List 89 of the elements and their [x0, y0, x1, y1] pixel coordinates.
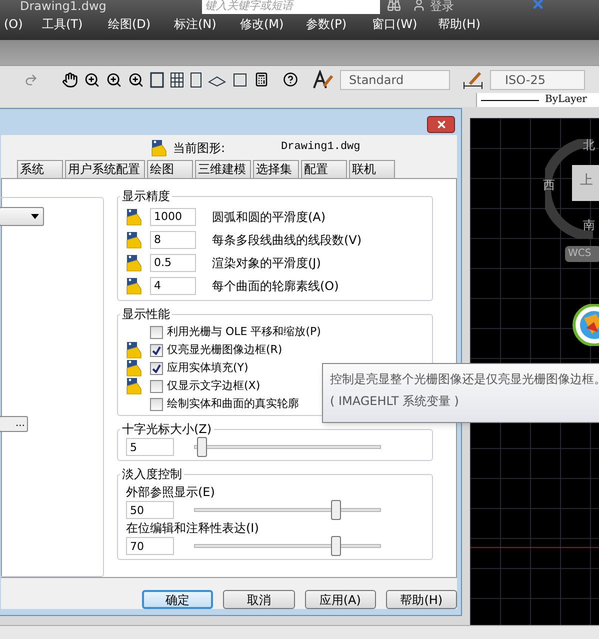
- tab[interactable]: 系统: [17, 160, 63, 178]
- help-icon[interactable]: [283, 72, 298, 87]
- field-label: 圆弧和圆的平滑度(A): [212, 208, 326, 226]
- text-style-dropdown[interactable]: Standard: [340, 70, 450, 90]
- zoom-icon[interactable]: [84, 72, 100, 88]
- tooltip-text: 控制是亮显整个光栅图像还是仅亮显光栅图像边框。: [330, 372, 599, 386]
- menu-item[interactable]: (O): [4, 15, 42, 33]
- tab[interactable]: 绘图: [147, 160, 193, 178]
- group-title: 显示性能: [121, 306, 171, 323]
- panel-icon[interactable]: [190, 72, 202, 88]
- tab[interactable]: 配置: [301, 160, 347, 178]
- number-field[interactable]: 70: [126, 537, 174, 555]
- zoom-icon[interactable]: [128, 72, 144, 88]
- dimension-style-icon[interactable]: [462, 70, 484, 90]
- drawing-file-icon: [126, 359, 142, 377]
- menu-item[interactable]: 工具(T): [42, 15, 108, 33]
- menu-item[interactable]: 绘图(D): [108, 15, 174, 33]
- grid-icon[interactable]: [170, 72, 184, 88]
- dialog-button[interactable]: 确定: [142, 590, 214, 609]
- hand-icon[interactable]: [62, 72, 78, 88]
- number-field[interactable]: 8: [150, 230, 196, 248]
- tab[interactable]: 选择集: [253, 160, 299, 178]
- number-field[interactable]: 4: [150, 276, 196, 294]
- field-label: 每个曲面的轮廓素线(O): [212, 278, 339, 294]
- field-label: 每条多段线曲线的线段数(V): [212, 232, 362, 248]
- drawing-file-icon: [126, 276, 142, 294]
- table-icon[interactable]: [232, 72, 248, 88]
- current-drawing-name: Drawing1.dwg: [281, 140, 360, 156]
- number-field[interactable]: 50: [126, 501, 174, 519]
- drawing-file-icon: [126, 377, 142, 395]
- field-label: 渲染对象的平滑度(J): [212, 254, 321, 272]
- slider-thumb[interactable]: [330, 536, 341, 556]
- menu-item[interactable]: 窗口(W): [372, 15, 438, 33]
- dialog-button[interactable]: 应用(A): [304, 590, 376, 609]
- compass-label: 南: [583, 217, 595, 234]
- tab[interactable]: 联机: [349, 160, 395, 178]
- zoom-icon[interactable]: [106, 72, 122, 88]
- tab[interactable]: 三维建模: [195, 160, 251, 178]
- checkbox-label: 绘制实体和曲面的真实轮廓: [167, 396, 299, 412]
- current-drawing-label: 当前图形:: [173, 140, 226, 156]
- checkbox[interactable]: [150, 344, 163, 356]
- checkbox[interactable]: [150, 398, 163, 410]
- group-title: 淡入度控制: [121, 466, 183, 483]
- dropdown[interactable]: [0, 207, 44, 226]
- checkbox[interactable]: [150, 362, 163, 374]
- number-field[interactable]: 5: [126, 438, 174, 456]
- redo-icon[interactable]: [24, 72, 38, 86]
- menu-item[interactable]: 帮助(H): [438, 15, 504, 33]
- drawing-file-icon: [151, 138, 167, 156]
- menu-item[interactable]: 修改(M): [240, 15, 306, 33]
- compass-label: 西: [543, 177, 555, 194]
- tooltip-text: ( IMAGEHLT 系统变量 ): [330, 394, 460, 408]
- checkbox-label: 应用实体填充(Y): [167, 360, 248, 376]
- panel-icon[interactable]: [150, 72, 164, 88]
- calculator-icon[interactable]: [254, 72, 269, 87]
- drawing-file-icon: [126, 254, 142, 272]
- group-title: 十字光标大小(Z): [121, 421, 213, 438]
- text-style-icon[interactable]: [312, 70, 334, 90]
- checkbox[interactable]: [150, 380, 163, 392]
- checkbox-label: 利用光栅与 OLE 平移和缩放(P): [167, 324, 321, 340]
- user-icon[interactable]: [412, 0, 426, 12]
- drawing-file-icon: [126, 341, 142, 359]
- binoculars-icon[interactable]: [387, 0, 401, 12]
- number-field[interactable]: 0.5: [150, 254, 196, 272]
- login-link[interactable]: 登录: [430, 0, 454, 15]
- dialog-button[interactable]: 帮助(H): [386, 590, 458, 609]
- viewcube-face[interactable]: 上: [572, 165, 599, 201]
- dialog-button[interactable]: 取消: [223, 590, 295, 609]
- menu-item[interactable]: 标注(N): [174, 15, 240, 33]
- number-field[interactable]: 1000: [150, 208, 196, 226]
- tab[interactable]: 用户系统配置: [65, 160, 145, 178]
- checkbox-label: 仅亮显光栅图像边框(R): [167, 342, 282, 358]
- group-title: 显示精度: [121, 188, 171, 205]
- checkbox[interactable]: [150, 326, 163, 338]
- browse-button[interactable]: ...: [0, 416, 28, 432]
- slider-thumb[interactable]: [197, 437, 208, 457]
- close-icon: [436, 119, 446, 130]
- slider-thumb[interactable]: [330, 500, 341, 520]
- compass-label: 北: [583, 137, 595, 154]
- drawing-file-icon: [126, 208, 142, 226]
- menu-item[interactable]: 参数(P): [306, 15, 372, 33]
- window-title: Drawing1.dwg: [20, 0, 106, 15]
- field-label: 在位编辑和注释性表达(I): [126, 520, 260, 537]
- caret-icon: [31, 214, 39, 219]
- dimension-style-dropdown[interactable]: ISO-25: [490, 70, 585, 90]
- close-button[interactable]: [427, 116, 455, 133]
- checkbox-label: 仅显示文字边框(X): [167, 378, 260, 394]
- drawing-file-icon: [126, 230, 142, 248]
- field-label: 外部参照显示(E): [126, 484, 216, 501]
